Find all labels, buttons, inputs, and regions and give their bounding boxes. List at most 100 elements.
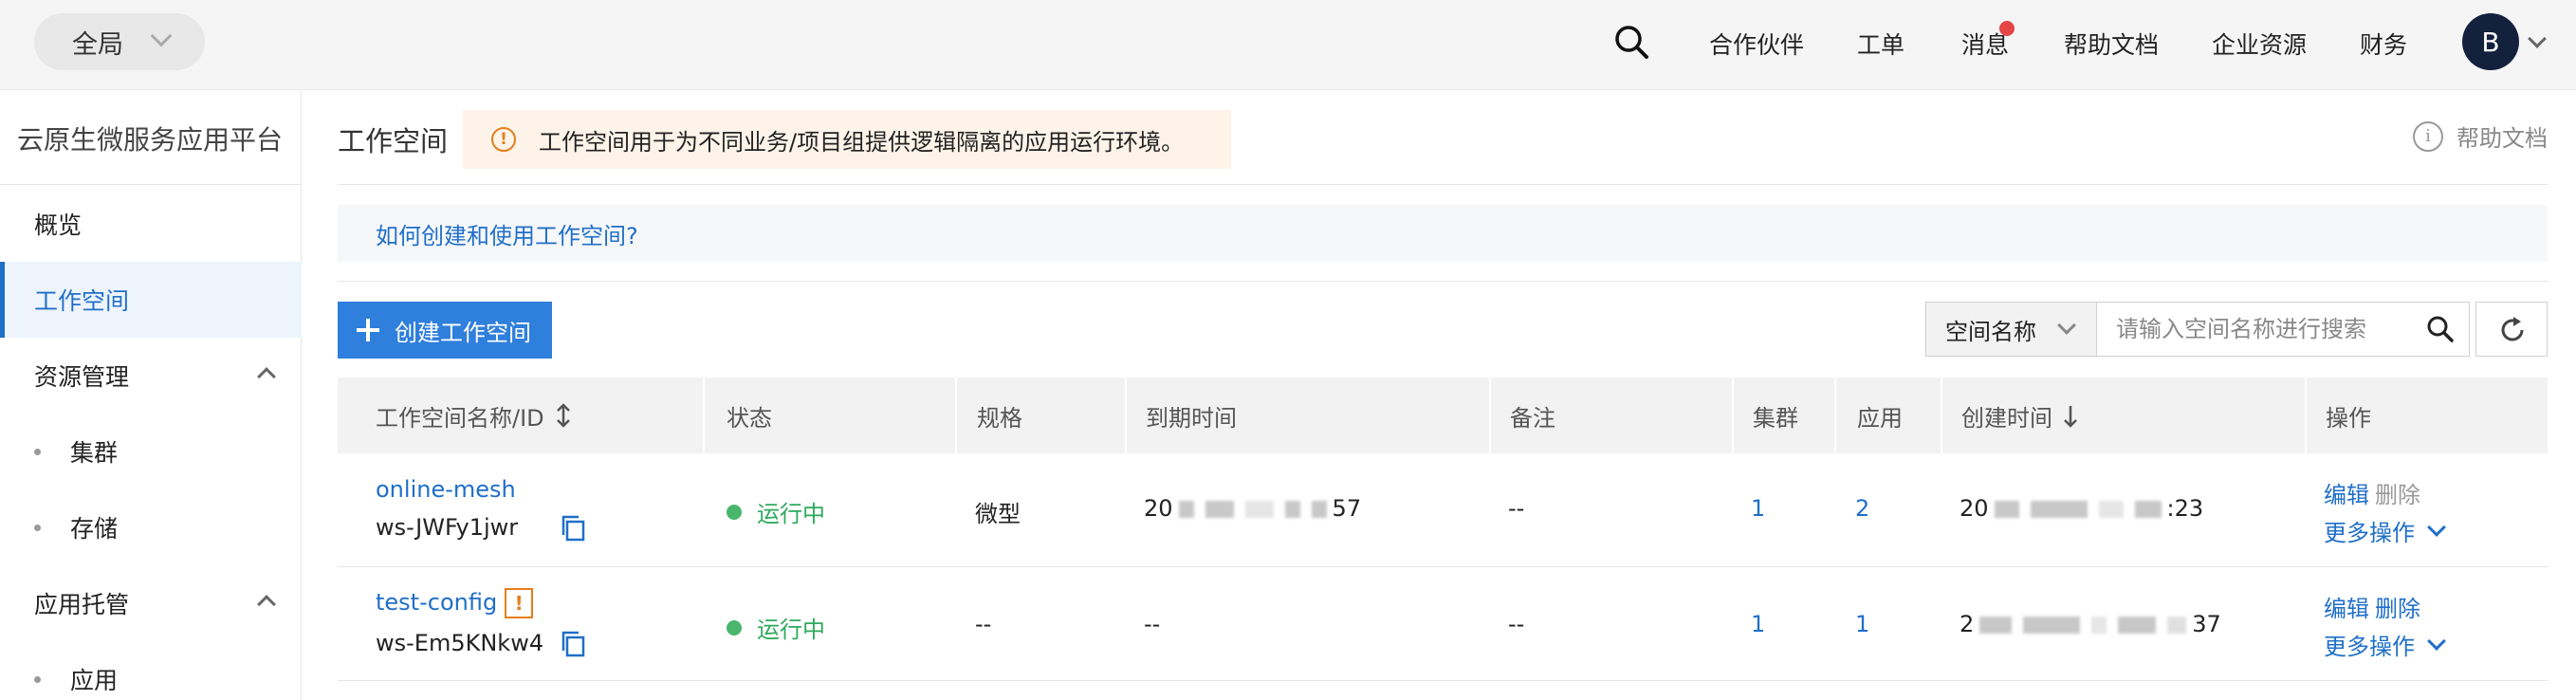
- redacted-block: [1284, 501, 1300, 518]
- sidebar-item-label: 应用托管: [34, 591, 130, 618]
- app-count-link[interactable]: 2: [1855, 495, 1869, 522]
- table-row: online-mesh ws-JWFy1jwr 运行中 微型 20 57 -- 1…: [338, 453, 2548, 567]
- note-value: --: [1508, 611, 1525, 637]
- redacted-block: [2030, 501, 2088, 518]
- workspace-id: ws-Em5KNkw4: [376, 630, 544, 656]
- sidebar-item-resources[interactable]: 资源管理: [0, 338, 302, 414]
- filter-field-select[interactable]: 空间名称: [1926, 303, 2097, 356]
- redacted-block: [2167, 617, 2187, 634]
- sidebar-item-label: 工作空间: [34, 287, 130, 315]
- column-header-label: 备注: [1510, 404, 1555, 432]
- status-badge: 运行中: [727, 611, 825, 644]
- sidebar-item-hosting[interactable]: 应用托管: [0, 565, 302, 641]
- column-header-label: 操作: [2326, 404, 2371, 432]
- search-input[interactable]: [2116, 303, 2420, 356]
- redacted-block: [2091, 617, 2107, 634]
- warning-icon[interactable]: !: [505, 588, 534, 618]
- created-time: 2 37: [1960, 611, 2221, 637]
- sidebar-item-label: 概览: [34, 212, 83, 239]
- redacted-block: [1994, 501, 2019, 518]
- workspace-name-link[interactable]: online-mesh: [376, 476, 516, 503]
- cluster-count-link[interactable]: 1: [1751, 611, 1765, 637]
- warning-icon: !: [491, 127, 516, 152]
- column-divider: [1489, 378, 1491, 453]
- status-text: 运行中: [757, 501, 825, 527]
- chevron-up-icon: [257, 595, 276, 614]
- app-count-link[interactable]: 1: [1855, 611, 1869, 637]
- column-divider: [1941, 378, 1942, 453]
- redacted-block: [2118, 617, 2157, 634]
- scope-selector[interactable]: 全局: [34, 13, 205, 70]
- sidebar-item-label: 存储: [70, 515, 119, 543]
- howto-link[interactable]: 如何创建和使用工作空间?: [376, 217, 638, 250]
- sidebar-item-label: 应用: [70, 667, 119, 694]
- refresh-icon: [2501, 317, 2524, 341]
- created-time: 20:23: [1960, 495, 2203, 522]
- sidebar-item-cluster[interactable]: 集群: [0, 414, 302, 489]
- sort-desc-icon[interactable]: [2062, 401, 2079, 430]
- column-header-name[interactable]: 工作空间名称/ID: [376, 378, 573, 453]
- search-icon[interactable]: [2425, 314, 2456, 344]
- copy-icon[interactable]: [560, 514, 586, 543]
- note-value: --: [1508, 495, 1525, 522]
- sidebar-item-workspace[interactable]: 工作空间: [0, 262, 302, 338]
- more-actions-dropdown[interactable]: 更多操作: [2324, 514, 2446, 547]
- info-icon: i: [2413, 120, 2443, 152]
- workspace-name: test-config!: [376, 588, 534, 618]
- redacted-block: [1979, 617, 2013, 634]
- edit-link[interactable]: 编辑: [2324, 590, 2369, 623]
- sidebar-item-storage[interactable]: 存储: [0, 489, 302, 565]
- column-header-label: 集群: [1753, 404, 1798, 432]
- sidebar-item-label: 资源管理: [34, 363, 130, 391]
- more-actions-dropdown[interactable]: 更多操作: [2324, 628, 2446, 661]
- column-header-label: 状态: [727, 404, 772, 432]
- column-header-label: 创建时间: [1961, 404, 2052, 432]
- sidebar-item-label: 集群: [70, 439, 119, 467]
- column-divider: [1834, 378, 1836, 453]
- chevron-down-icon[interactable]: [2528, 29, 2547, 48]
- avatar[interactable]: B: [2462, 13, 2519, 70]
- refresh-button[interactable]: [2475, 302, 2548, 357]
- page-title: 工作空间: [338, 125, 449, 157]
- more-actions-label: 更多操作: [2324, 634, 2415, 660]
- spec-value: 微型: [975, 501, 1021, 527]
- nav-partners[interactable]: 合作伙伴: [1709, 27, 1804, 61]
- delete-link[interactable]: 删除: [2375, 590, 2420, 623]
- sort-icon[interactable]: [554, 401, 573, 430]
- cluster-count-link[interactable]: 1: [1751, 495, 1765, 522]
- copy-icon[interactable]: [560, 630, 586, 658]
- chevron-down-icon: [2427, 517, 2446, 537]
- sidebar-title: 云原生微服务应用平台: [17, 124, 284, 156]
- nav-tickets[interactable]: 工单: [1857, 27, 1904, 61]
- expire-time: 20 57: [1144, 495, 1361, 522]
- delete-link[interactable]: 删除: [2375, 476, 2420, 509]
- column-header-actions: 操作: [2326, 378, 2371, 453]
- nav-finance[interactable]: 财务: [2360, 27, 2407, 61]
- redacted-block: [1205, 501, 1234, 518]
- column-header-label: 到期时间: [1146, 404, 1237, 432]
- help-docs-label: 帮助文档: [2456, 125, 2548, 152]
- create-workspace-button[interactable]: 创建工作空间: [338, 302, 552, 359]
- search-icon[interactable]: [1612, 23, 1650, 61]
- redacted-block: [2023, 617, 2081, 634]
- sidebar-item-overview[interactable]: 概览: [0, 186, 302, 262]
- nav-enterprise-resources[interactable]: 企业资源: [2212, 27, 2307, 61]
- workspace-name-link[interactable]: test-config: [376, 589, 497, 616]
- sidebar: 云原生微服务应用平台 概览 工作空间 资源管理 集群 存储 应用托管 应用: [0, 91, 302, 700]
- created-time-prefix: 20: [1960, 495, 1989, 522]
- nav-help-docs[interactable]: 帮助文档: [2064, 27, 2159, 61]
- spec-value: --: [975, 611, 992, 637]
- more-actions-label: 更多操作: [2324, 520, 2415, 546]
- top-bar: 全局 合作伙伴 工单 消息 帮助文档 企业资源 财务 B: [0, 0, 2576, 90]
- sidebar-item-app[interactable]: 应用: [0, 641, 302, 700]
- column-divider: [1125, 378, 1127, 453]
- help-docs-link[interactable]: i 帮助文档: [2413, 120, 2548, 153]
- column-header-label: 应用: [1857, 404, 1903, 432]
- scope-label: 全局: [72, 29, 123, 60]
- column-header-created[interactable]: 创建时间: [1961, 378, 2079, 453]
- created-time-suffix: 37: [2192, 611, 2221, 637]
- table-header: 工作空间名称/ID 状态 规格 到期时间 备注 集群 应用 创建时间 操作: [338, 378, 2548, 453]
- create-workspace-label: 创建工作空间: [395, 319, 531, 346]
- edit-link[interactable]: 编辑: [2324, 476, 2369, 509]
- workspace-id: ws-JWFy1jwr: [376, 514, 519, 541]
